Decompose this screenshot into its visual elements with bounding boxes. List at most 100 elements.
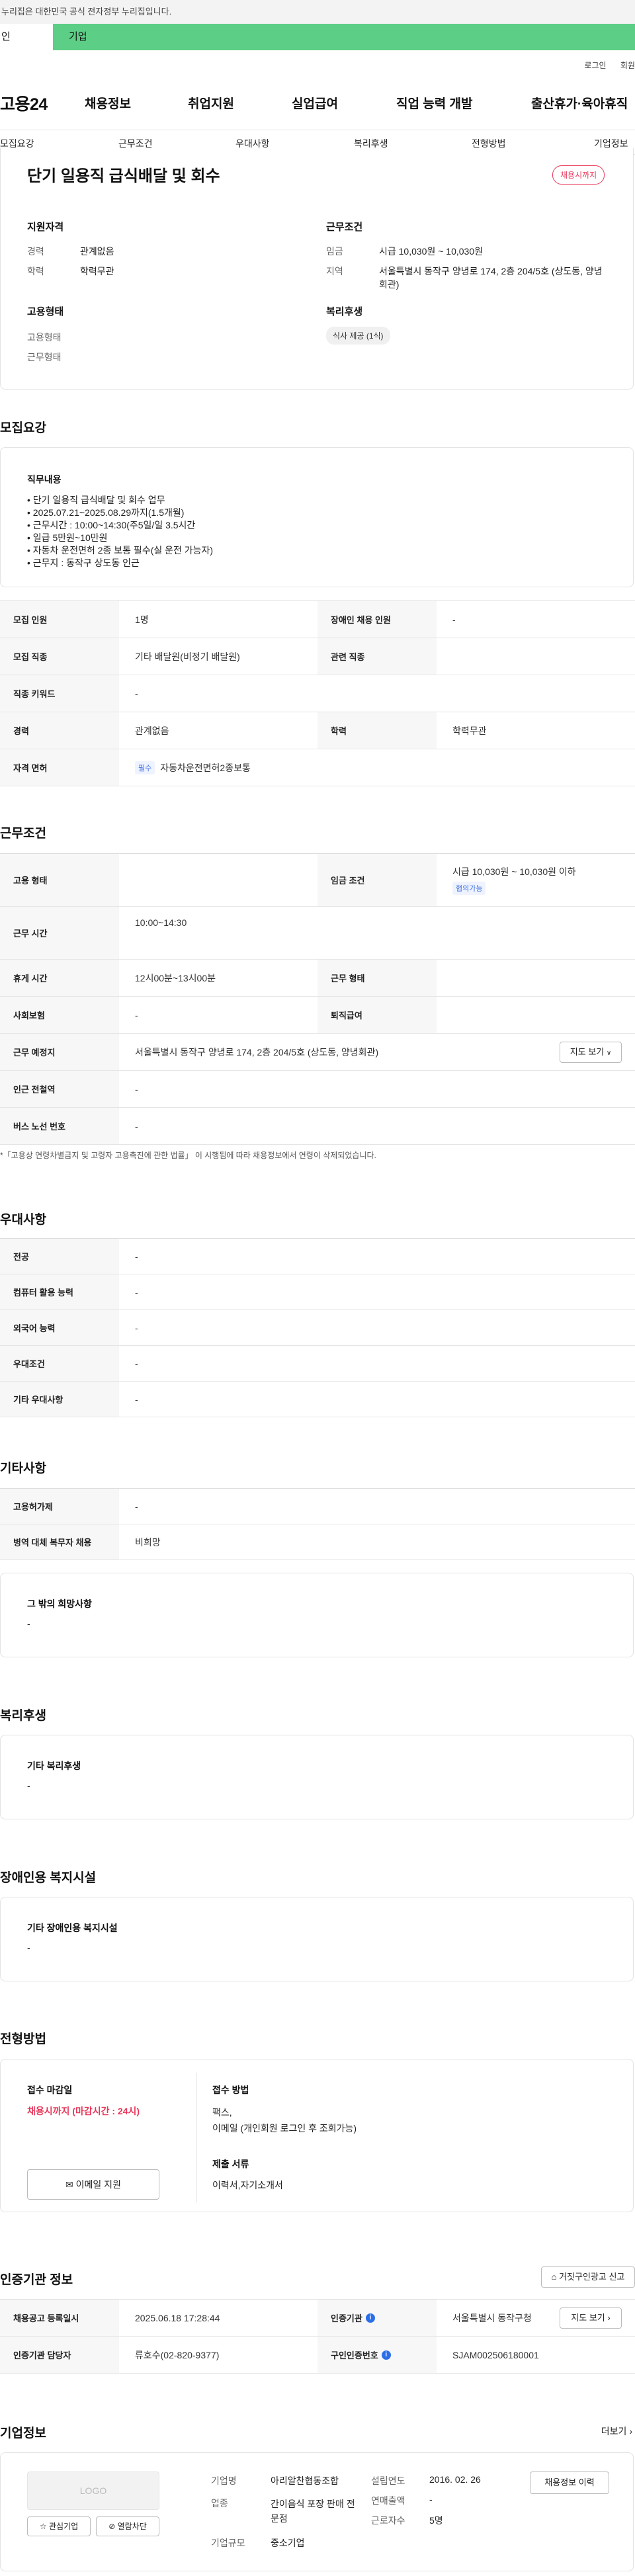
table-row: 기타 우대사항 - xyxy=(0,1382,635,1417)
info-icon[interactable]: i xyxy=(381,2350,391,2360)
table-row: 직종 키워드 - xyxy=(0,675,635,712)
edu-label: 학력 xyxy=(27,266,44,276)
member-type-tabs: 인 기업 xyxy=(0,24,635,50)
map-button-label: 지도 보기 xyxy=(570,1047,605,1057)
block-view-button[interactable]: ⊘ 열람차단 xyxy=(96,2516,159,2536)
favorite-company-button[interactable]: ☆ 관심기업 xyxy=(27,2516,91,2536)
screening-card: 접수 마감일 채용시까지 (마감시간 : 24시) ✉ 이메일 지원 접수 방법… xyxy=(0,2059,634,2212)
duty-line: • 근무지 : 동작구 상도동 인근 xyxy=(27,558,140,568)
language-label: 외국어 능력 xyxy=(0,1310,119,1345)
size-label: 기업규모 xyxy=(211,2538,245,2548)
pref-value: - xyxy=(135,1358,138,1369)
gnb-job-training[interactable]: 직업 능력 개발 xyxy=(396,94,472,112)
gnb-jobs[interactable]: 채용정보 xyxy=(85,94,131,112)
agency-table: 채용공고 등록일시 2025.06.18 17:28:44 인증기관 i 서울특별… xyxy=(0,2299,635,2374)
career-value: 관계없음 xyxy=(135,725,169,736)
jobno-label-text: 구인인증번호 xyxy=(331,2350,378,2360)
etc-section-title: 기타사항 xyxy=(0,1462,46,1475)
site-logo[interactable]: 고용24 xyxy=(0,91,48,115)
table-row: 근무 시간 10:00~14:30 xyxy=(0,907,635,960)
login-link[interactable]: 로그인 xyxy=(584,61,606,70)
method-content: 팩스, 이메일 (개인회원 로그인 후 조회가능) xyxy=(212,2104,357,2136)
permit-label: 고용허가제 xyxy=(0,1489,119,1524)
job-history-button[interactable]: 채용정보 이력 xyxy=(530,2472,609,2494)
screening-section-title: 전형방법 xyxy=(0,2032,46,2046)
duty-line: • 단기 일용직 급식배달 및 회수 업무 xyxy=(27,495,165,505)
wish-value: - xyxy=(27,1618,30,1629)
career-value: 관계없음 xyxy=(80,246,114,257)
license-label: 자격 면허 xyxy=(0,749,119,786)
table-row: 버스 노선 번호 - xyxy=(0,1108,635,1145)
emp-type-label: 고용 형태 xyxy=(0,854,119,906)
report-fake-ad-button[interactable]: ⌂ 거짓구인광고 신고 xyxy=(541,2266,635,2288)
insurance-label: 사회보험 xyxy=(0,997,119,1033)
join-link[interactable]: 회원 xyxy=(620,61,635,70)
industry-label: 업종 xyxy=(211,2498,228,2509)
permit-value: - xyxy=(135,1501,138,1512)
email-apply-button[interactable]: ✉ 이메일 지원 xyxy=(27,2169,159,2200)
chevron-right-icon: › xyxy=(629,2426,632,2436)
edu-value: 학력무관 xyxy=(80,266,114,276)
career-label: 경력 xyxy=(27,246,44,257)
welfare-section-title: 복리후생 xyxy=(0,1709,46,1723)
email-apply-label: 이메일 지원 xyxy=(75,2179,121,2190)
deadline-value: 채용시까지 (마감시간 : 24시) xyxy=(27,2106,140,2116)
map-button[interactable]: 지도 보기 ∨ xyxy=(560,1042,622,1063)
license-value-wrap: 필수 자동차운전면허2종보통 xyxy=(135,749,251,786)
related-label: 관련 직종 xyxy=(318,638,437,675)
job-value: 기타 배달원(비정기 배달원) xyxy=(135,651,240,662)
wage-cond-value: 시급 10,030원 ~ 10,030원 이하 xyxy=(452,866,576,877)
reg-value: 2025.06.18 17:28:44 xyxy=(135,2312,220,2323)
edu-label: 학력 xyxy=(318,712,437,749)
duty-card: 직무내용 • 단기 일용직 급식배달 및 회수 업무 • 2025.07.21~… xyxy=(0,447,634,587)
welfare-card-title: 기타 복리후생 xyxy=(27,1761,81,1771)
bus-label: 버스 노선 번호 xyxy=(0,1108,119,1144)
table-row: 컴퓨터 활용 능력 - xyxy=(0,1274,635,1310)
info-icon[interactable]: i xyxy=(365,2313,375,2323)
worktype-label: 근무 형태 xyxy=(318,960,437,996)
area-label: 지역 xyxy=(326,266,343,276)
agency-map-button[interactable]: 지도 보기 › xyxy=(560,2307,622,2329)
favorite-company-label: 관심기업 xyxy=(48,2522,79,2531)
edu-value: 학력무관 xyxy=(452,725,487,736)
gnb-employment-support[interactable]: 취업지원 xyxy=(188,94,234,112)
agency-label: 인증기관 i xyxy=(318,2300,437,2336)
wish-title: 그 밖의 희망사항 xyxy=(27,1599,92,1609)
method-line: 이메일 (개인회원 로그인 후 조회가능) xyxy=(212,2123,357,2134)
gnb-parental-leave[interactable]: 출산휴가·육아휴직 xyxy=(531,94,628,112)
manager-label: 인증기관 담당자 xyxy=(0,2337,119,2373)
agency-section-title: 인증기관 정보 xyxy=(0,2273,73,2287)
more-link[interactable]: 더보기 › xyxy=(601,2425,632,2438)
tab-company[interactable]: 기업 xyxy=(69,24,87,50)
agency-map-label: 지도 보기 xyxy=(571,2313,605,2323)
agency-label-text: 인증기관 xyxy=(331,2313,362,2323)
emp-type-label: 고용형태 xyxy=(27,332,62,343)
military-label: 병역 대체 복무자 채용 xyxy=(0,1524,119,1559)
computer-value: - xyxy=(135,1286,138,1298)
disabled-label: 장애인 채용 인원 xyxy=(318,601,437,638)
chevron-right-icon: › xyxy=(607,2313,611,2323)
required-chip: 필수 xyxy=(135,761,155,774)
etc-pref-label: 기타 우대사항 xyxy=(0,1382,119,1417)
table-row: 경력 관계없음 학력 학력무관 xyxy=(0,712,635,749)
table-row: 인증기관 담당자 류호수(02-820-9377) 구인인증번호 i SJAM00… xyxy=(0,2337,635,2374)
status-badge: 채용시까지 xyxy=(552,165,605,185)
negotiable-chip: 협의가능 xyxy=(452,882,486,895)
insurance-value: - xyxy=(135,1009,138,1020)
wish-card: 그 밖의 희망사항 - xyxy=(0,1573,634,1657)
more-link-label: 더보기 xyxy=(601,2426,627,2436)
gnb-unemployment-benefits[interactable]: 실업급여 xyxy=(292,94,338,112)
bus-value: - xyxy=(135,1120,138,1132)
table-row: 인근 전철역 - xyxy=(0,1071,635,1108)
duty-content: • 단기 일용직 급식배달 및 회수 업무 • 2025.07.21~2025.… xyxy=(27,494,213,569)
mail-icon: ✉ xyxy=(65,2179,73,2190)
company-card: LOGO ☆ 관심기업 ⊘ 열람차단 기업명 아리알찬협동조합 업종 간이음식 … xyxy=(0,2452,634,2571)
sales-value: - xyxy=(429,2494,433,2505)
language-value: - xyxy=(135,1322,138,1333)
severance-label: 퇴직급여 xyxy=(318,997,437,1033)
tab-person[interactable]: 인 xyxy=(0,24,53,50)
docs-value: 이력서,자기소개서 xyxy=(212,2180,283,2190)
table-row: 모집 직종 기타 배달원(비정기 배달원) 관련 직종 xyxy=(0,638,635,675)
jobno-value: SJAM002506180001 xyxy=(452,2349,539,2360)
break-value: 12시00분~13시00분 xyxy=(135,972,216,983)
